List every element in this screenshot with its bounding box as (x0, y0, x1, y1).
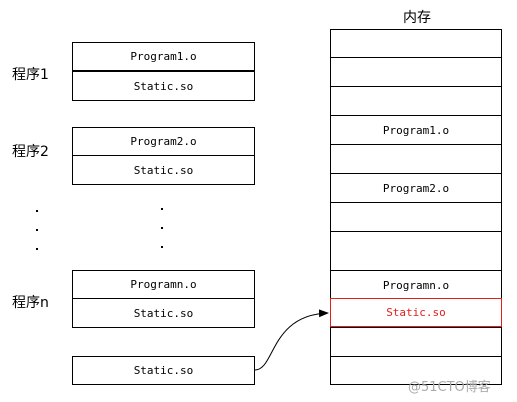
arrow-curve (254, 309, 329, 371)
load-arrow (254, 309, 329, 371)
watermark: @51CTO博客 (408, 380, 491, 395)
